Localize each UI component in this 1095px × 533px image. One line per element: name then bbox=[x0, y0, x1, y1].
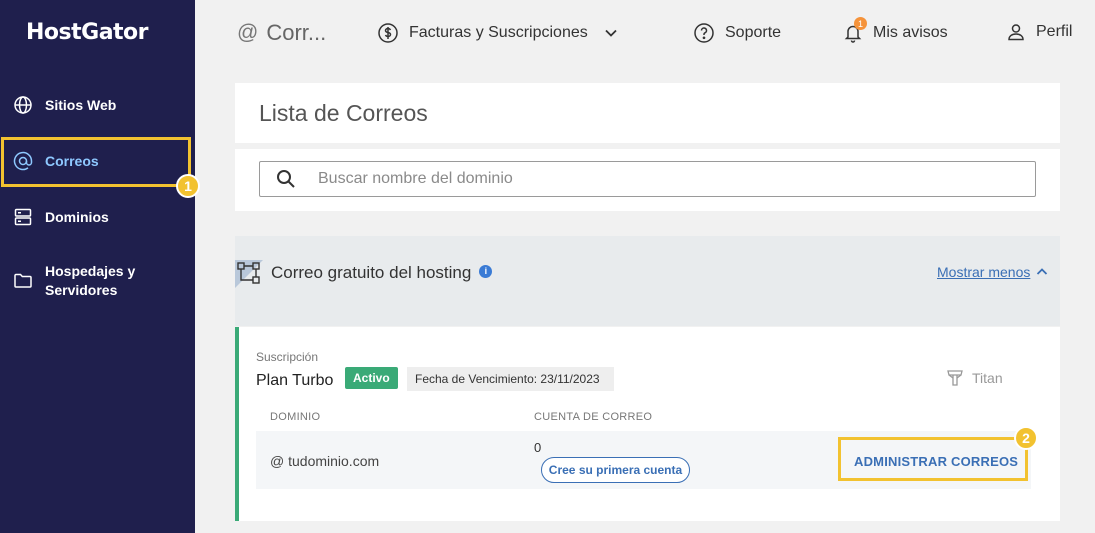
sidebar-item-label: Hospedajes y Servidores bbox=[45, 263, 136, 298]
avisos-label: Mis avisos bbox=[873, 24, 948, 41]
sidebar-item-dominios[interactable]: Dominios bbox=[0, 207, 195, 227]
at-icon: @ bbox=[237, 21, 259, 44]
section-title: Correo gratuito del hosting i bbox=[271, 263, 493, 283]
account-count: 0 bbox=[534, 440, 542, 455]
search-icon bbox=[277, 170, 295, 188]
facturas-label: Facturas y Suscripciones bbox=[409, 24, 588, 41]
hostgator-logo[interactable]: HostGator bbox=[26, 20, 149, 45]
sidebar-item-hospedajes[interactable]: Hospedajes y Servidores bbox=[0, 261, 195, 301]
topbar: @ Corr... Facturas y Suscripciones Sopor… bbox=[195, 0, 1095, 66]
plan-card: Suscripción Plan Turbo Activo Fecha de V… bbox=[235, 327, 1060, 521]
search-input[interactable] bbox=[318, 170, 998, 188]
globe-icon bbox=[14, 96, 32, 114]
sidebar-item-sitios-web[interactable]: Sitios Web bbox=[0, 95, 195, 115]
highlight-frame-correos bbox=[1, 137, 191, 187]
page-title: Lista de Correos bbox=[259, 100, 428, 126]
titan-provider: Titan bbox=[946, 369, 1003, 387]
search-card bbox=[235, 149, 1060, 211]
folder-icon bbox=[14, 273, 32, 288]
user-icon bbox=[1008, 24, 1024, 41]
sidebar-item-label: Sitios Web bbox=[45, 96, 117, 113]
mostrar-menos-link[interactable]: Mostrar menos bbox=[937, 264, 1048, 280]
create-first-account-button[interactable]: Cree su primera cuenta bbox=[541, 457, 690, 483]
domain-value: @ tudominio.com bbox=[270, 453, 380, 469]
column-header-cuenta: CUENTA DE CORREO bbox=[534, 411, 653, 423]
network-icon bbox=[235, 260, 263, 288]
titan-logo-icon bbox=[947, 370, 963, 386]
chevron-down-icon bbox=[605, 29, 617, 37]
chevron-up-icon bbox=[1037, 268, 1048, 275]
column-header-dominio: DOMINIO bbox=[270, 411, 321, 423]
hosting-email-section: Correo gratuito del hosting i Mostrar me… bbox=[235, 236, 1060, 326]
perfil-label: Perfil bbox=[1036, 23, 1073, 40]
page-breadcrumb: @ Corr... bbox=[237, 20, 326, 46]
sidebar-item-label: Dominios bbox=[45, 208, 109, 225]
soporte-label: Soporte bbox=[725, 24, 782, 41]
mostrar-menos-label: Mostrar menos bbox=[937, 264, 1031, 280]
help-icon bbox=[694, 23, 714, 43]
plan-name: Plan Turbo bbox=[256, 372, 334, 389]
step-badge: 2 bbox=[1014, 426, 1038, 450]
search-box[interactable] bbox=[259, 161, 1036, 197]
notification-badge: 1 bbox=[854, 17, 867, 30]
subscription-label: Suscripción bbox=[256, 350, 319, 364]
highlight-frame-administrar bbox=[838, 437, 1028, 481]
expiry-date: Fecha de Vencimiento: 23/11/2023 bbox=[407, 367, 614, 391]
status-badge: Activo bbox=[345, 367, 398, 389]
dollar-icon bbox=[378, 23, 398, 43]
perfil-link[interactable]: Perfil bbox=[1006, 22, 1072, 42]
breadcrumb-title: Corr... bbox=[266, 20, 327, 45]
step-badge: 1 bbox=[176, 174, 200, 198]
server-icon bbox=[14, 208, 32, 226]
facturas-menu[interactable]: Facturas y Suscripciones bbox=[377, 22, 618, 44]
page-header: Lista de Correos bbox=[235, 83, 1060, 143]
section-title-text: Correo gratuito del hosting bbox=[271, 263, 472, 282]
titan-label: Titan bbox=[972, 370, 1003, 386]
info-icon[interactable]: i bbox=[479, 264, 493, 278]
sidebar: HostGator Sitios Web Correos Dominios Ho… bbox=[0, 0, 195, 533]
soporte-link[interactable]: Soporte bbox=[693, 22, 781, 44]
